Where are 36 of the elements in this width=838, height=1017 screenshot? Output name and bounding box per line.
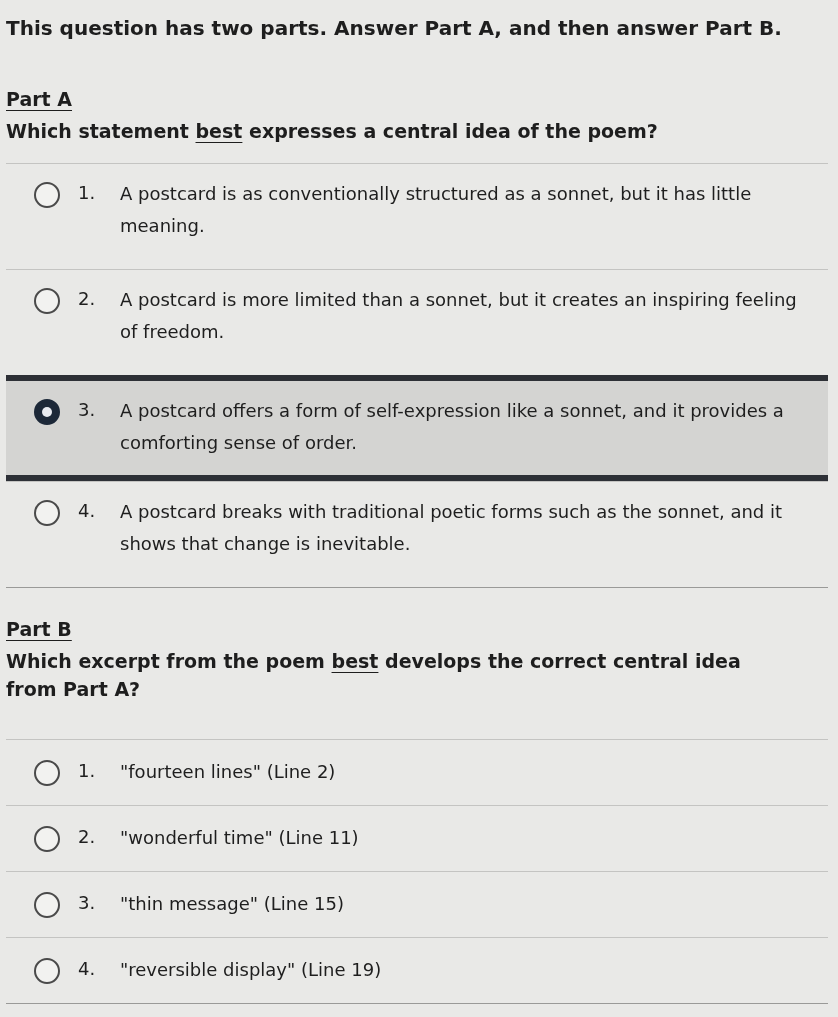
radio-button[interactable] xyxy=(34,182,60,208)
option-text: "reversible display" (Line 19) xyxy=(120,958,382,982)
radio-button[interactable] xyxy=(34,826,60,852)
answer-option[interactable]: 3. A postcard offers a form of self-expression like a sonnet, and it provides a comforting sense of order. xyxy=(6,375,828,481)
answer-option[interactable]: 1. A postcard is as conventionally structured as a sonnet, but it has little meaning. xyxy=(6,163,828,269)
option-text: "fourteen lines" (Line 2) xyxy=(120,760,336,784)
option-text: A postcard is as conventionally structured as a sonnet, but it has little meaning. xyxy=(120,182,753,238)
option-number: 3. xyxy=(78,398,97,422)
option-text: A postcard is more limited than a sonnet, but it creates an inspiring feeling of freedom. xyxy=(120,288,798,344)
radio-button[interactable] xyxy=(34,288,60,314)
option-number: 4. xyxy=(78,499,97,523)
option-number: 3. xyxy=(78,891,97,915)
radio-button[interactable] xyxy=(34,892,60,918)
option-text: A postcard offers a form of self-expression like a sonnet, and it provides a comforting sense of order. xyxy=(120,399,785,455)
answer-option[interactable]: 2. "wonderful time" (Line 11) xyxy=(6,805,828,871)
answer-option[interactable]: 3. "thin message" (Line 15) xyxy=(6,871,828,937)
answer-option[interactable]: 4. A postcard breaks with traditional poetic forms such as the sonnet, and it shows that change is inevitable. xyxy=(6,481,828,587)
option-number: 1. xyxy=(78,181,97,205)
radio-button[interactable] xyxy=(34,958,60,984)
option-text: "wonderful time" (Line 11) xyxy=(120,826,359,850)
answer-option[interactable]: 1. "fourteen lines" (Line 2) xyxy=(6,739,828,805)
option-text: "thin message" (Line 15) xyxy=(120,892,344,916)
part-heading: Part B xyxy=(6,617,72,642)
radio-button[interactable] xyxy=(34,399,60,425)
option-number: 1. xyxy=(78,759,97,783)
part-heading: Part A xyxy=(6,87,72,112)
instructions-text: This question has two parts. Answer Part A, and then answer Part B. xyxy=(6,15,783,42)
question-text: Which excerpt from the poem best develops the correct central idea from Part A? xyxy=(6,649,742,702)
option-number: 2. xyxy=(78,825,97,849)
option-number: 2. xyxy=(78,287,97,311)
option-number: 4. xyxy=(78,957,97,981)
radio-button[interactable] xyxy=(34,500,60,526)
option-text: A postcard breaks with traditional poetic forms such as the sonnet, and it shows that change is inevitable. xyxy=(120,500,784,556)
radio-button[interactable] xyxy=(34,760,60,786)
question-text: Which statement best expresses a central idea of the poem? xyxy=(6,119,659,144)
answer-option[interactable]: 4. "reversible display" (Line 19) xyxy=(6,937,828,1003)
